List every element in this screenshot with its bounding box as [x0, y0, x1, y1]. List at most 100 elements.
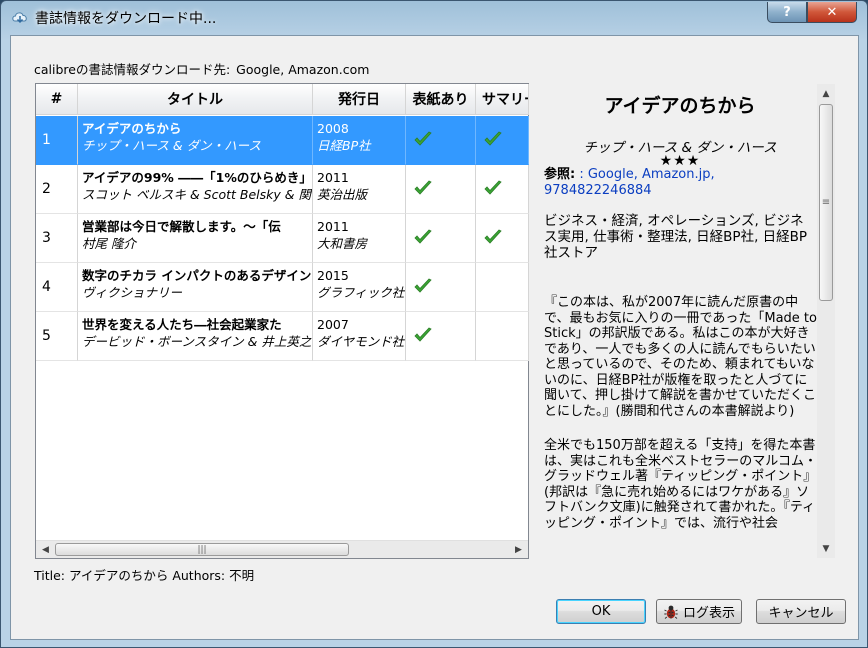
date-cell[interactable]: 2011 英治出版 — [313, 165, 406, 214]
cancel-button[interactable]: キャンセル — [756, 599, 846, 624]
publisher: 大和書房 — [317, 236, 368, 251]
table-row[interactable]: 営業部は今日で解散します。～「伝 村尾 隆介 2011 大和書房 — [78, 214, 529, 263]
checkmark-icon — [484, 180, 502, 195]
publish-year: 2015 — [317, 268, 349, 283]
table-row[interactable]: 数字のチカラ インパクトのあるデザイン ヴィクショナリー 2015 グラフィック社 — [78, 263, 529, 312]
row-number[interactable]: 5 — [36, 312, 78, 361]
publish-year: 2007 — [317, 317, 349, 332]
book-title: アイデアの99% ――「1%のひらめき」 — [82, 170, 312, 185]
book-authors: スコット ベルスキ & Scott Belsky & 関 — [82, 187, 311, 202]
cover-cell[interactable] — [406, 312, 476, 361]
horizontal-scroll-thumb[interactable]: ||| — [55, 543, 349, 556]
summary-cell[interactable] — [476, 312, 529, 361]
publisher: 日経BP社 — [317, 138, 371, 153]
details-tags: ビジネス・経済, オペレーションズ, ビジネス実用, 仕事術・整理法, 日経BP… — [544, 213, 808, 261]
row-number[interactable]: 1 — [36, 116, 78, 165]
bug-icon — [664, 605, 678, 619]
column-header-number[interactable]: # — [36, 84, 78, 115]
details-vertical-scrollbar[interactable]: ▲ ≡ ▼ — [817, 84, 835, 558]
dialog-client-area: calibreの書誌情報ダウンロード先: Google, Amazon.com … — [10, 35, 859, 640]
book-title: アイデアのちから — [82, 121, 182, 136]
date-cell[interactable]: 2015 グラフィック社 — [313, 263, 406, 312]
publisher: グラフィック社 — [317, 285, 405, 300]
book-details-panel: アイデアのちから チップ・ハース & ダン・ハース ★★★ 参照: : Goog… — [542, 83, 837, 559]
column-header-date[interactable]: 発行日 — [313, 84, 406, 115]
cancel-button-label: キャンセル — [768, 606, 834, 621]
show-log-button-label: ログ表示 — [683, 606, 736, 621]
title-cell[interactable]: 数字のチカラ インパクトのあるデザイン ヴィクショナリー — [78, 263, 313, 312]
table-row[interactable]: アイデアのちからチップ・ハース & ダン・ハース 2008 日経BP社 — [78, 116, 529, 165]
source-label-text: calibreの書誌情報ダウンロード先: — [34, 62, 231, 77]
book-authors: ヴィクショナリー — [82, 285, 183, 300]
ok-button-label: OK — [591, 604, 611, 619]
cover-cell[interactable] — [406, 214, 476, 263]
column-header-summary[interactable]: サマリー — [476, 84, 529, 115]
book-authors: チップ・ハース & ダン・ハース — [82, 138, 261, 153]
publisher: 英治出版 — [317, 187, 368, 202]
column-header-label: 発行日 — [338, 92, 380, 108]
row-number[interactable]: 4 — [36, 263, 78, 312]
row-number[interactable]: 2 — [36, 165, 78, 214]
column-header-cover[interactable]: 表紙あり — [406, 84, 476, 115]
details-references: 参照: : Google, Amazon.jp, 9784822246884 — [544, 167, 816, 199]
show-log-button[interactable]: ログ表示 — [656, 599, 742, 624]
dialog-window: 書誌情報をダウンロード中... ? ✕ calibreの書誌情報ダウンロード先:… — [0, 0, 868, 648]
book-title: 世界を変える人たち―社会起業家た — [82, 317, 282, 332]
grip-icon: ≡ — [821, 197, 831, 208]
comment-paragraph: 全米でも150万部を超える「支持」を得た本書は、実はこれも全米ベストセラーのマル… — [544, 438, 818, 531]
book-title: 数字のチカラ インパクトのあるデザイン — [82, 268, 312, 283]
scroll-right-arrow-icon[interactable]: ▶ — [510, 541, 527, 558]
selected-book-status: Title: アイデアのちから Authors: 不明 — [34, 568, 255, 583]
checkmark-icon — [414, 229, 432, 244]
title-cell[interactable]: アイデアのちからチップ・ハース & ダン・ハース — [78, 116, 313, 165]
checkmark-icon — [414, 131, 432, 146]
summary-cell[interactable] — [476, 165, 529, 214]
close-icon: ✕ — [826, 4, 838, 20]
publish-year: 2008 — [317, 121, 349, 136]
checkmark-icon — [484, 131, 502, 146]
ok-button[interactable]: OK — [556, 599, 646, 624]
date-cell[interactable]: 2007 ダイヤモンド社 — [313, 312, 406, 361]
table-row[interactable]: アイデアの99% ――「1%のひらめき」 スコット ベルスキ & Scott Be… — [78, 165, 529, 214]
title-cell[interactable]: 世界を変える人たち―社会起業家たデービッド・ボーンスタイン & 井上英之 & — [78, 312, 313, 361]
help-icon: ? — [783, 4, 791, 20]
table-row[interactable]: 世界を変える人たち―社会起業家た デービッド・ボーンスタイン & 井上英之 & 20… — [78, 312, 529, 361]
publisher: ダイヤモンド社 — [317, 334, 405, 349]
details-title: アイデアのちから — [604, 95, 756, 117]
results-table[interactable]: # タイトル 発行日 表紙あり サマリー 1アイデアのちからチップ・ハース & … — [35, 83, 529, 559]
checkmark-icon — [414, 327, 432, 342]
book-authors: デービッド・ボーンスタイン & 井上英之 & — [82, 334, 313, 349]
title-cell[interactable]: アイデアの99% ――「1%のひらめき」 スコット ベルスキ & Scott Be… — [78, 165, 313, 214]
title-cell[interactable]: 営業部は今日で解散します。～「伝 村尾 隆介 — [78, 214, 313, 263]
close-button[interactable]: ✕ — [807, 2, 857, 23]
download-source-label: calibreの書誌情報ダウンロード先: Google, Amazon.com — [34, 59, 369, 78]
cover-cell[interactable] — [406, 116, 476, 165]
vertical-scroll-thumb[interactable]: ≡ — [819, 104, 833, 301]
help-button[interactable]: ? — [767, 2, 807, 23]
cloud-download-icon — [12, 12, 27, 24]
row-number[interactable]: 3 — [36, 214, 78, 263]
publish-year: 2011 — [317, 219, 349, 234]
column-header-title[interactable]: タイトル — [78, 84, 313, 115]
column-header-label: # — [50, 91, 63, 107]
scroll-down-arrow-icon[interactable]: ▼ — [817, 540, 835, 557]
horizontal-scrollbar[interactable]: ◀ ||| ▶ — [36, 540, 528, 558]
comment-paragraph: 『この本は、私が2007年に読んだ原書の中で、最もお気に入りの一冊であった「Ma… — [544, 295, 817, 419]
window-title: 書誌情報をダウンロード中... — [35, 11, 217, 27]
summary-cell[interactable] — [476, 116, 529, 165]
date-cell[interactable]: 2008 日経BP社 — [313, 116, 406, 165]
summary-cell[interactable] — [476, 263, 529, 312]
title-bar[interactable]: 書誌情報をダウンロード中... ? ✕ — [1, 1, 867, 35]
details-comments: 『この本は、私が2007年に読んだ原書の中で、最もお気に入りの一冊であった「Ma… — [544, 295, 818, 550]
summary-cell[interactable] — [476, 214, 529, 263]
scroll-up-arrow-icon[interactable]: ▲ — [817, 85, 835, 102]
column-header-label: タイトル — [167, 92, 223, 108]
book-title: 営業部は今日で解散します。～「伝 — [82, 219, 281, 234]
checkmark-icon — [414, 180, 432, 195]
references-label: 参照: — [544, 167, 576, 182]
date-cell[interactable]: 2011 大和書房 — [313, 214, 406, 263]
scroll-left-arrow-icon[interactable]: ◀ — [37, 541, 54, 558]
checkmark-icon — [414, 278, 432, 293]
cover-cell[interactable] — [406, 165, 476, 214]
cover-cell[interactable] — [406, 263, 476, 312]
